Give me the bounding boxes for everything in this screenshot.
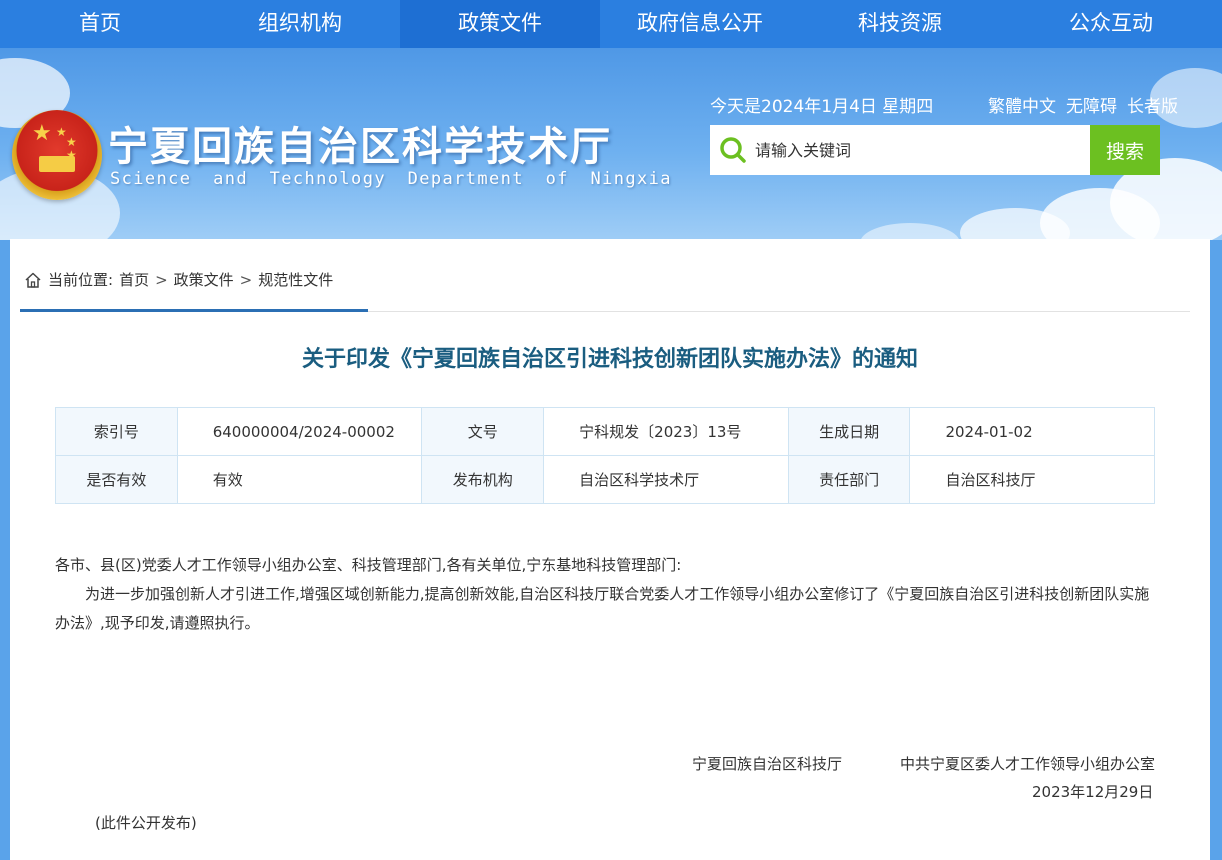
traditional-chinese-link[interactable]: 繁體中文 [988,92,1056,117]
meta-value: 自治区科学技术厅 [543,455,789,504]
top-nav: 首页 组织机构 政策文件 政府信息公开 科技资源 公众互动 [0,0,1222,48]
document-body: 各市、县(区)党委人才工作领导小组办公室、科技管理部门,各有关单位,宁东基地科技… [55,551,1155,638]
nav-item-organization[interactable]: 组织机构 [200,0,400,48]
meta-value: 自治区科技厅 [909,455,1155,504]
accessibility-link[interactable]: 无障碍 [1066,92,1117,117]
meta-value: 640000004/2024-00002 [176,407,423,456]
signatory-office: 中共宁夏区委人才工作领导小组办公室 [900,755,1156,773]
document-title: 关于印发《宁夏回族自治区引进科技创新团队实施办法》的通知 [301,347,918,372]
breadcrumb-label: 当前位置: [48,271,114,289]
content-panel: 当前位置: 首页 > 政策文件 > 规范性文件 关于印发《宁夏回族自治区引进科技… [10,239,1210,860]
meta-key: 生成日期 [787,407,911,456]
nav-item-policy-documents[interactable]: 政策文件 [400,0,600,48]
publication-note: (此件公开发布) [95,814,197,832]
breadcrumb: 当前位置: 首页 > 政策文件 > 规范性文件 [24,269,333,290]
cloud-decoration [860,223,960,240]
breadcrumb-policy-link[interactable]: 政策文件 [174,269,234,290]
header-banner: ★ ★ ★ ★ ★ 宁夏回族自治区科学技术厅 Science and Techn… [0,48,1222,240]
site-title: 宁夏回族自治区科学技术厅 [108,124,612,170]
search-icon [720,137,746,163]
search-button[interactable]: 搜索 [1090,125,1160,175]
salutation: 各市、县(区)党委人才工作领导小组办公室、科技管理部门,各有关单位,宁东基地科技… [55,556,682,574]
header-tools: 繁體中文 无障碍 长者版 [988,92,1178,117]
nav-item-tech-resources[interactable]: 科技资源 [800,0,1000,48]
meta-key: 索引号 [55,407,178,456]
meta-value: 有效 [176,455,423,504]
meta-value: 2024-01-02 [909,407,1155,456]
meta-key: 发布机构 [421,455,545,504]
meta-key: 责任部门 [787,455,911,504]
breadcrumb-home-link[interactable]: 首页 [119,269,149,290]
meta-key: 文号 [421,407,545,456]
breadcrumb-separator: > [155,270,168,289]
meta-key: 是否有效 [55,455,178,504]
signatory-dept: 宁夏回族自治区科技厅 [692,755,843,773]
national-emblem-icon: ★ ★ ★ ★ ★ [12,110,102,200]
document-meta-table: 索引号 640000004/2024-00002 文号 宁科规发〔2023〕13… [55,407,1155,504]
search-box [710,125,1090,175]
nav-item-home[interactable]: 首页 [0,0,200,48]
table-row: 是否有效 有效 发布机构 自治区科学技术厅 责任部门 自治区科技厅 [55,455,1155,504]
document-date: 2023年12月29日 [1032,783,1154,801]
body-paragraph: 为进一步加强创新人才引进工作,增强区域创新能力,提高创新效能,自治区科技厅联合党… [55,585,1150,632]
breadcrumb-accent-line [20,309,368,312]
meta-value: 宁科规发〔2023〕13号 [543,407,789,456]
site-subtitle: Science and Technology Department of Nin… [110,169,672,189]
table-row: 索引号 640000004/2024-00002 文号 宁科规发〔2023〕13… [55,407,1155,456]
breadcrumb-separator: > [239,270,253,289]
breadcrumb-normative-link[interactable]: 规范性文件 [258,269,333,290]
nav-item-government-info[interactable]: 政府信息公开 [600,0,800,48]
home-icon [25,272,41,288]
elderly-version-link[interactable]: 长者版 [1127,92,1178,117]
today-date: 今天是2024年1月4日 星期四 [710,97,934,117]
search-input[interactable] [755,130,1075,170]
nav-item-public-interaction[interactable]: 公众互动 [1000,0,1222,48]
